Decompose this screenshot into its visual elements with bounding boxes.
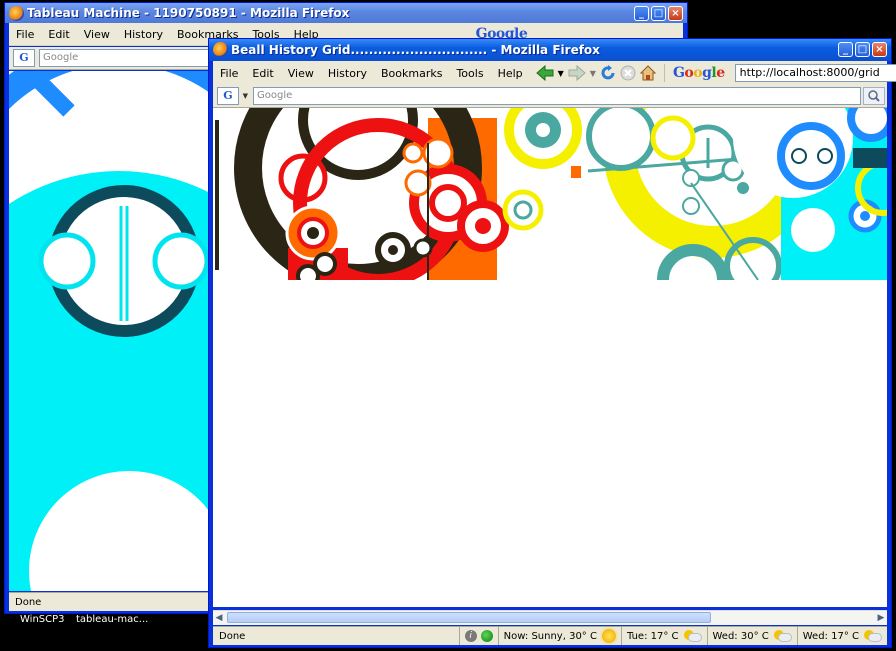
stop-icon[interactable] [620, 65, 636, 81]
horizontal-scrollbar[interactable]: ◀ ▶ [213, 610, 887, 625]
front-search-input[interactable]: Google [253, 87, 861, 105]
art-left-circle [38, 232, 96, 290]
home-icon[interactable] [639, 65, 656, 81]
front-window-titlebar[interactable]: Beall History Grid......................… [209, 39, 891, 61]
info-icon[interactable]: i [464, 630, 477, 642]
front-browser-window[interactable]: Beall History Grid......................… [208, 38, 896, 648]
weather-tue-label: Tue: 17° C [626, 630, 679, 642]
scrollbar-thumb[interactable] [227, 612, 711, 623]
taskbar-item-winscp[interactable]: WinSCP3 [20, 614, 65, 625]
minimize-button[interactable]: _ [838, 42, 853, 57]
menu-history[interactable]: History [117, 28, 170, 41]
weather-wed[interactable]: Wed: 30° C [706, 627, 797, 645]
back-window-title: Tableau Machine - 1190750891 - Mozilla F… [27, 6, 350, 20]
menu-file[interactable]: File [9, 28, 41, 41]
back-status-text: Done [15, 596, 42, 608]
weather-now[interactable]: Now: Sunny, 30° C [497, 627, 621, 645]
front-statusbar: Done i Now: Sunny, 30° C Tue: 17° C Wed:… [213, 626, 887, 645]
weather-wed-2-label: Wed: 17° C [802, 630, 859, 642]
navigation-toolbar: ▼ ▼ Google http://localhost:8000/grid [535, 64, 896, 82]
firefox-icon [9, 6, 24, 21]
magnifier-icon[interactable] [863, 87, 885, 105]
partly-cloudy-icon [773, 630, 792, 642]
back-arrow-icon[interactable] [535, 65, 554, 81]
back-history-dropdown-icon[interactable]: ▼ [558, 69, 564, 78]
google-search-engine-icon[interactable]: G ▼ [217, 87, 248, 105]
toolbar-separator [663, 64, 665, 82]
google-search-engine-icon[interactable]: G [13, 49, 35, 67]
scroll-left-arrow-icon[interactable]: ◀ [213, 612, 225, 624]
scroll-right-arrow-icon[interactable]: ▶ [875, 612, 887, 624]
front-menubar: File Edit View History Bookmarks Tools H… [213, 61, 896, 86]
sun-icon [601, 629, 616, 643]
menu-edit[interactable]: Edit [41, 28, 76, 41]
status-icons: i [458, 627, 498, 645]
globe-icon[interactable] [480, 630, 493, 642]
back-canvas-art [9, 71, 229, 591]
forward-history-dropdown-icon[interactable]: ▼ [590, 69, 596, 78]
maximize-button[interactable]: □ [651, 6, 666, 21]
back-search-input[interactable]: Google [39, 49, 219, 67]
firefox-icon [213, 42, 228, 57]
partly-cloudy-icon [864, 630, 882, 642]
forward-arrow-icon[interactable] [568, 65, 586, 81]
menu-bookmarks[interactable]: Bookmarks [374, 67, 449, 80]
close-button[interactable]: × [872, 42, 887, 57]
reload-icon[interactable] [600, 65, 616, 81]
menu-view[interactable]: View [77, 28, 117, 41]
weather-wed-2[interactable]: Wed: 17° C [796, 627, 887, 645]
url-bar[interactable]: http://localhost:8000/grid [734, 64, 896, 82]
close-button[interactable]: × [668, 6, 683, 21]
menu-history[interactable]: History [321, 67, 374, 80]
back-search-toolbar: G Google [9, 47, 219, 70]
weather-now-label: Now: Sunny, 30° C [503, 630, 597, 642]
partly-cloudy-icon [683, 630, 702, 642]
minimize-button[interactable]: _ [634, 6, 649, 21]
menu-view[interactable]: View [281, 67, 321, 80]
grid-canvas-art [215, 108, 887, 280]
menu-tools[interactable]: Tools [449, 67, 490, 80]
art-right-circle [152, 232, 210, 290]
front-page-content [213, 108, 887, 607]
maximize-button[interactable]: □ [855, 42, 870, 57]
taskbar-item-tableau[interactable]: tableau-mac... [76, 614, 148, 625]
google-logo: Google [672, 65, 725, 81]
front-search-toolbar: G ▼ Google [213, 85, 887, 108]
weather-wed-label: Wed: 30° C [712, 630, 769, 642]
menu-edit[interactable]: Edit [245, 67, 280, 80]
art-tile-1 [215, 108, 509, 280]
back-window-titlebar[interactable]: Tableau Machine - 1190750891 - Mozilla F… [5, 3, 687, 23]
front-status-text: Done [219, 630, 246, 642]
front-window-title: Beall History Grid......................… [231, 43, 600, 57]
menu-help[interactable]: Help [491, 67, 530, 80]
menu-file[interactable]: File [213, 67, 245, 80]
weather-tue[interactable]: Tue: 17° C [620, 627, 707, 645]
